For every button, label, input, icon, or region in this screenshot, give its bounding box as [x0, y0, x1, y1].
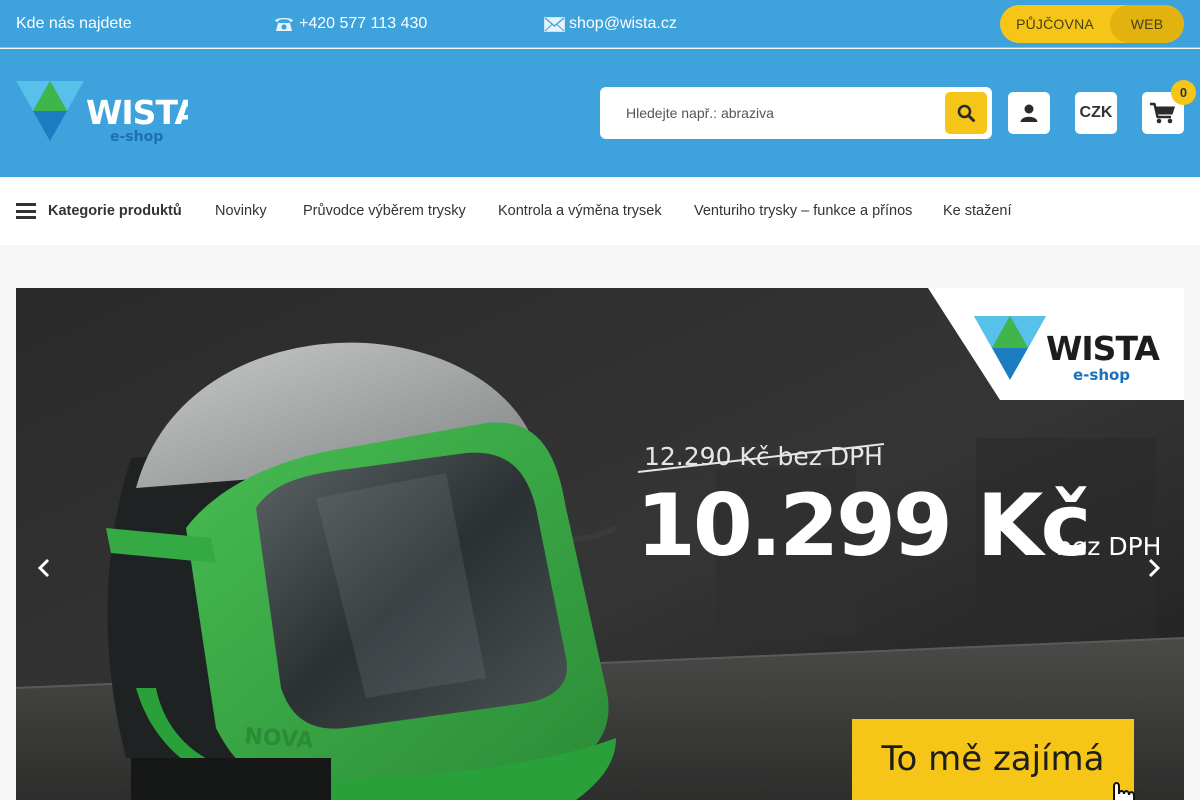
cart-count-badge: 0 [1171, 80, 1196, 105]
envelope-icon [543, 13, 565, 35]
chevron-left-icon [37, 558, 50, 578]
phone-icon [273, 13, 295, 35]
nav-item-nozzle-guide[interactable]: Průvodce výběrem trysky [303, 177, 466, 245]
phone-contact[interactable]: +420 577 113 430 [273, 0, 427, 48]
main-navigation: Kategorie produktů Novinky Průvodce výbě… [0, 177, 1200, 245]
user-account-button[interactable] [1008, 92, 1050, 134]
banner-logo-subtitle: e-shop [1073, 366, 1130, 384]
menu-hamburger-icon[interactable] [16, 203, 36, 219]
rental-switch-option[interactable]: PŮJČOVNA [1000, 5, 1110, 43]
search-input[interactable] [618, 87, 938, 139]
phone-number[interactable]: +420 577 113 430 [299, 15, 427, 33]
price-strikethrough [637, 443, 885, 473]
email-contact[interactable]: shop@wista.cz [543, 0, 677, 48]
search-box[interactable] [600, 87, 992, 139]
banner-logo-wordmark: WISTA [1046, 329, 1160, 368]
store-location-link[interactable]: Kde nás najdete [16, 0, 132, 48]
search-icon [957, 104, 975, 122]
web-switch-option[interactable]: WEB [1110, 5, 1184, 43]
hand-cursor-icon [1113, 782, 1135, 800]
new-price: 10.299 Kč [636, 476, 1091, 576]
currency-button[interactable]: CZK [1075, 92, 1117, 134]
nav-item-nozzle-inspection[interactable]: Kontrola a výměna trysek [498, 177, 662, 245]
helmet-brand-label: NOVA [244, 724, 315, 754]
banner-logo: WISTA e-shop [928, 288, 1184, 400]
chevron-right-icon [1148, 558, 1161, 578]
email-address[interactable]: shop@wista.cz [569, 15, 677, 33]
interest-cta-button[interactable]: To mě zajímá [852, 719, 1134, 800]
promo-banner[interactable]: NOVA WISTA e-shop 12.290 Kč bez DPH 10.2… [16, 288, 1184, 800]
carousel-next-button[interactable] [1140, 550, 1168, 586]
carousel-prev-button[interactable] [30, 550, 58, 586]
nav-categories[interactable]: Kategorie produktů [48, 177, 182, 245]
user-icon [1020, 104, 1038, 122]
search-button[interactable] [945, 92, 987, 134]
store-location-label[interactable]: Kde nás najdete [16, 15, 132, 33]
top-bar: Kde nás najdete +420 577 113 430 shop@wi… [0, 0, 1200, 48]
nav-item-news[interactable]: Novinky [215, 177, 267, 245]
nav-item-downloads[interactable]: Ke stažení [943, 177, 1012, 245]
logo-subtitle: e-shop [110, 129, 163, 145]
cart-icon [1150, 102, 1175, 124]
nav-item-venturi-nozzles[interactable]: Venturiho trysky – funkce a přínos [694, 177, 912, 245]
header: WISTA e-shop CZK 0 [0, 49, 1200, 177]
logo-wordmark: WISTA [86, 93, 188, 132]
shop-mode-switch[interactable]: PŮJČOVNA WEB [1000, 5, 1184, 43]
wista-logo[interactable]: WISTA e-shop [16, 81, 201, 145]
